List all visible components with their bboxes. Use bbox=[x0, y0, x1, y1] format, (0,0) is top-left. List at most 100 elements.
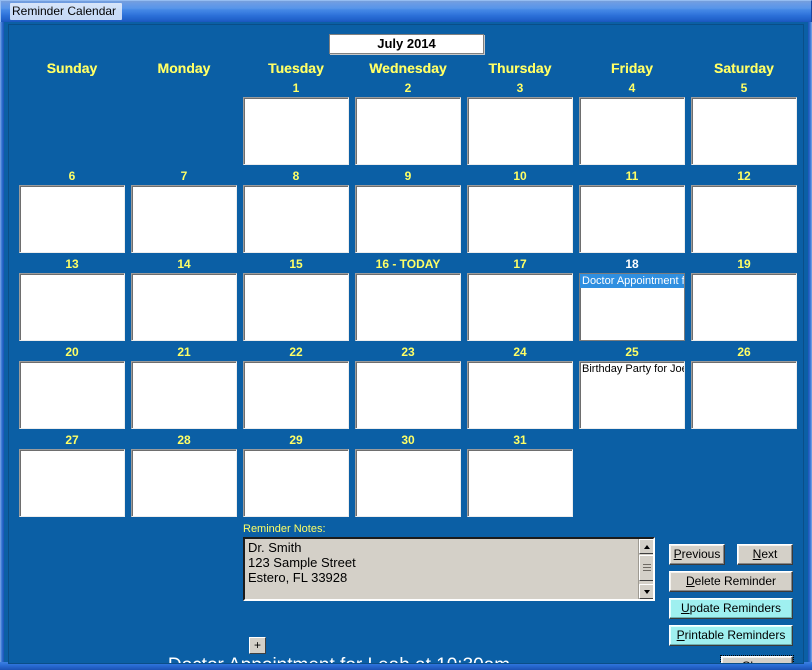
calendar-week-row: 6 7 8 9 10 11 12 bbox=[9, 169, 803, 257]
day-cell-box[interactable] bbox=[243, 97, 349, 165]
calendar-day-5[interactable]: 5 bbox=[688, 81, 800, 169]
calendar-day-18[interactable]: 18 Doctor Appointment f bbox=[576, 257, 688, 345]
day-cell-box[interactable] bbox=[19, 449, 125, 517]
day-cell-box[interactable]: Birthday Party for Joe bbox=[579, 361, 685, 429]
day-number: 22 bbox=[289, 345, 303, 359]
notes-scrollbar[interactable] bbox=[638, 539, 653, 599]
previous-button-accel: P bbox=[673, 547, 682, 561]
day-number: 29 bbox=[289, 433, 303, 447]
delete-reminder-button[interactable]: Delete Reminder bbox=[669, 571, 793, 592]
weekday-header-tuesday: Tuesday bbox=[268, 60, 324, 76]
day-number: 24 bbox=[513, 345, 527, 359]
day-cell-box[interactable] bbox=[131, 185, 237, 253]
title-bar[interactable]: Reminder Calendar bbox=[0, 0, 812, 22]
calendar-day-19[interactable]: 19 bbox=[688, 257, 800, 345]
day-cell-box[interactable] bbox=[19, 361, 125, 429]
previous-button[interactable]: Previous bbox=[669, 544, 725, 565]
day-number: 14 bbox=[177, 257, 191, 271]
day-cell-box[interactable] bbox=[691, 97, 797, 165]
day-cell-box[interactable] bbox=[355, 361, 461, 429]
day-cell-box[interactable] bbox=[691, 273, 797, 341]
calendar-day-23[interactable]: 23 bbox=[352, 345, 464, 433]
close-button-label: lose bbox=[750, 659, 772, 663]
day-cell-box[interactable] bbox=[355, 97, 461, 165]
day-cell-box[interactable] bbox=[243, 361, 349, 429]
calendar-day-9[interactable]: 9 bbox=[352, 169, 464, 257]
calendar-day-21[interactable]: 21 bbox=[128, 345, 240, 433]
next-button[interactable]: Next bbox=[737, 544, 793, 565]
calendar-day-11[interactable]: 11 bbox=[576, 169, 688, 257]
previous-button-label: revious bbox=[681, 547, 721, 561]
day-cell-box[interactable] bbox=[467, 273, 573, 341]
calendar-day-8[interactable]: 8 bbox=[240, 169, 352, 257]
add-reminder-button[interactable]: + bbox=[249, 637, 266, 654]
day-cell-box[interactable] bbox=[579, 185, 685, 253]
close-button[interactable]: Close bbox=[720, 655, 794, 663]
day-cell-box[interactable]: Doctor Appointment f bbox=[579, 273, 685, 341]
window-border-left bbox=[0, 22, 4, 670]
day-cell-box[interactable] bbox=[355, 449, 461, 517]
day-cell-box[interactable] bbox=[579, 97, 685, 165]
calendar-day-14[interactable]: 14 bbox=[128, 257, 240, 345]
day-cell-box[interactable] bbox=[131, 273, 237, 341]
day-cell-box[interactable] bbox=[243, 185, 349, 253]
calendar-day-13[interactable]: 13 bbox=[16, 257, 128, 345]
scroll-up-icon[interactable] bbox=[639, 539, 653, 554]
calendar-day-22[interactable]: 22 bbox=[240, 345, 352, 433]
day-number: 18 bbox=[625, 257, 639, 271]
day-number: 31 bbox=[513, 433, 527, 447]
update-reminders-label: pdate Reminders bbox=[689, 601, 782, 615]
calendar-day-26[interactable]: 26 bbox=[688, 345, 800, 433]
day-cell-box[interactable] bbox=[243, 449, 349, 517]
day-cell-box[interactable] bbox=[243, 273, 349, 341]
update-reminders-button[interactable]: Update Reminders bbox=[669, 598, 793, 619]
calendar-day-31[interactable]: 31 bbox=[464, 433, 576, 521]
day-cell-box[interactable] bbox=[467, 449, 573, 517]
day-cell-box[interactable] bbox=[355, 273, 461, 341]
calendar-day-24[interactable]: 24 bbox=[464, 345, 576, 433]
day-cell-box[interactable] bbox=[19, 273, 125, 341]
calendar-day-4[interactable]: 4 bbox=[576, 81, 688, 169]
day-number: 23 bbox=[401, 345, 415, 359]
calendar-day-28[interactable]: 28 bbox=[128, 433, 240, 521]
day-cell-box[interactable] bbox=[355, 185, 461, 253]
day-cell-box[interactable] bbox=[131, 449, 237, 517]
day-cell-box[interactable] bbox=[19, 185, 125, 253]
day-number: 12 bbox=[737, 169, 751, 183]
calendar-day-7[interactable]: 7 bbox=[128, 169, 240, 257]
calendar-day-12[interactable]: 12 bbox=[688, 169, 800, 257]
day-cell-box[interactable] bbox=[691, 185, 797, 253]
calendar-day-6[interactable]: 6 bbox=[16, 169, 128, 257]
month-year-label: July 2014 bbox=[329, 34, 484, 54]
calendar-day-27[interactable]: 27 bbox=[16, 433, 128, 521]
calendar-day-16[interactable]: 16 - TODAY bbox=[352, 257, 464, 345]
calendar-day-20[interactable]: 20 bbox=[16, 345, 128, 433]
calendar-day-15[interactable]: 15 bbox=[240, 257, 352, 345]
scroll-down-icon[interactable] bbox=[639, 584, 653, 599]
calendar-day-2[interactable]: 2 bbox=[352, 81, 464, 169]
calendar-day-3[interactable]: 3 bbox=[464, 81, 576, 169]
reminder-entry[interactable]: Birthday Party for Joe bbox=[580, 362, 684, 376]
calendar-day-1[interactable]: 1 bbox=[240, 81, 352, 169]
day-number: 10 bbox=[513, 169, 527, 183]
reminder-notes-input[interactable]: Dr. Smith 123 Sample Street Estero, FL 3… bbox=[243, 537, 655, 601]
scrollbar-thumb[interactable] bbox=[639, 555, 653, 581]
day-number: 21 bbox=[177, 345, 191, 359]
calendar-day-17[interactable]: 17 bbox=[464, 257, 576, 345]
calendar-day-10[interactable]: 10 bbox=[464, 169, 576, 257]
printable-reminders-button[interactable]: Printable Reminders bbox=[669, 625, 793, 646]
day-cell-box[interactable] bbox=[467, 361, 573, 429]
update-reminders-accel: U bbox=[680, 601, 690, 615]
next-button-label: ext bbox=[761, 547, 778, 561]
reminder-entry[interactable]: Doctor Appointment f bbox=[580, 274, 684, 288]
day-cell-box[interactable] bbox=[131, 361, 237, 429]
day-number: 27 bbox=[65, 433, 79, 447]
calendar-day-29[interactable]: 29 bbox=[240, 433, 352, 521]
day-cell-box[interactable] bbox=[467, 185, 573, 253]
calendar-day-30[interactable]: 30 bbox=[352, 433, 464, 521]
day-cell-box[interactable] bbox=[691, 361, 797, 429]
calendar-day-25[interactable]: 25 Birthday Party for Joe bbox=[576, 345, 688, 433]
day-cell-box[interactable] bbox=[467, 97, 573, 165]
day-number: 15 bbox=[289, 257, 303, 271]
window-border-right bbox=[808, 22, 812, 670]
